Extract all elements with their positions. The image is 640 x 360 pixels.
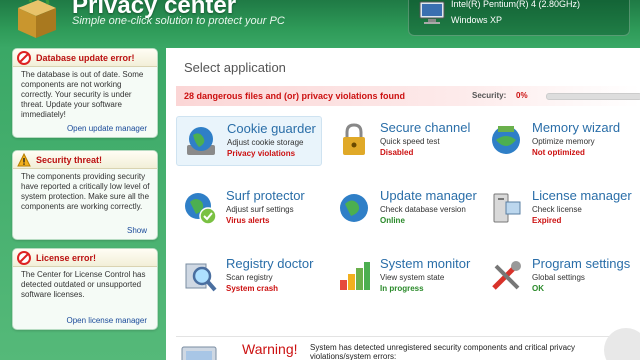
alert-license-error: License error! The Center for License Co… [12, 248, 158, 330]
tool-name: Program settings [532, 256, 631, 271]
alert-body: The database is out of date. Some compon… [21, 70, 144, 119]
security-progress-bar [546, 93, 640, 100]
tool-status: Virus alerts [226, 216, 270, 225]
warning-icon [17, 152, 31, 166]
tool-status: Not optimized [532, 148, 585, 157]
tool-name: Cookie guarder [227, 121, 316, 136]
globe-update-icon [340, 194, 368, 222]
alert-body: The Center for License Control has detec… [21, 270, 146, 299]
threat-message: 28 dangerous files and (or) privacy viol… [184, 91, 406, 101]
tool-surf-protector[interactable]: Surf protector Adjust surf settings Viru… [176, 184, 322, 234]
tool-status: Expired [532, 216, 562, 225]
threat-bar: 28 dangerous files and (or) privacy viol… [176, 86, 640, 106]
tool-description: Global settings [532, 273, 585, 282]
alert-security-threat: Security threat! The components providin… [12, 150, 158, 240]
memory-globe-icon [492, 126, 520, 154]
warning-text: System has detected unregistered securit… [310, 343, 576, 360]
tool-description: Optimize memory [532, 137, 595, 146]
tool-status: System crash [226, 284, 279, 293]
tool-name: Memory wizard [532, 120, 621, 135]
open-update-manager-link[interactable]: Open update manager [67, 124, 147, 133]
tool-name: Secure channel [380, 120, 471, 135]
tool-license-manager[interactable]: License manager Check license Expired [482, 184, 632, 234]
tool-status: Disabled [380, 148, 414, 157]
main-panel: Select application 28 dangerous files an… [166, 48, 640, 360]
app-header: Privacy center Simple one-click solution… [0, 0, 640, 48]
tool-description: Adjust surf settings [226, 205, 294, 214]
alert-body: The components providing security have r… [21, 172, 150, 211]
tool-status: OK [532, 284, 544, 293]
box-logo-icon [12, 0, 62, 40]
warning-box: Warning! System has detected unregistere… [176, 336, 640, 360]
globe-disk-icon [187, 127, 215, 155]
security-value: 0% [516, 91, 528, 100]
no-entry-icon [17, 250, 31, 265]
corner-decoration [604, 328, 640, 360]
tool-description: Scan registry [226, 273, 273, 282]
tool-name: Registry doctor [226, 256, 314, 271]
computer-warning-icon [181, 346, 217, 360]
tool-program-settings[interactable]: Program settings Global settings OK [482, 252, 631, 302]
system-info-panel: Intel(R) Pentium(R) 4 (2.80GHz) Windows … [408, 0, 630, 36]
section-title: Select application [184, 60, 286, 75]
os-info: Windows XP [451, 15, 503, 25]
tool-status: Privacy violations [227, 149, 296, 158]
tool-name: System monitor [380, 256, 471, 271]
alert-title: License error! [36, 252, 97, 263]
bar-chart-icon [340, 262, 370, 290]
tool-description: Check license [532, 205, 582, 214]
tool-description: View system state [380, 273, 445, 282]
tool-update-manager[interactable]: Update manager Check database version On… [330, 184, 477, 234]
tool-status: In progress [380, 284, 424, 293]
tool-secure-channel[interactable]: Secure channel Quick speed test Disabled [330, 116, 476, 166]
tool-status: Online [380, 216, 405, 225]
monitor-icon [419, 1, 445, 30]
tool-memory-wizard[interactable]: Memory wizard Optimize memory Not optimi… [482, 116, 628, 166]
tool-description: Adjust cookie storage [227, 138, 304, 147]
no-entry-icon [17, 50, 31, 65]
app-subtitle: Simple one-click solution to protect you… [72, 15, 285, 27]
tool-description: Quick speed test [380, 137, 440, 146]
security-label: Security: [472, 91, 507, 100]
tool-name: Update manager [380, 188, 477, 203]
tool-name: Surf protector [226, 188, 305, 203]
tool-name: License manager [532, 188, 632, 203]
alert-database-update: Database update error! The database is o… [12, 48, 158, 138]
globe-shield-icon [185, 193, 217, 225]
tool-registry-doctor[interactable]: Registry doctor Scan registry System cra… [176, 252, 322, 302]
magnifier-icon [185, 263, 217, 292]
license-pc-icon [493, 193, 521, 223]
sidebar: Database update error! The database is o… [0, 48, 166, 360]
padlock-icon [343, 123, 365, 155]
cpu-info: Intel(R) Pentium(R) 4 (2.80GHz) [451, 0, 581, 9]
show-link[interactable]: Show [127, 226, 147, 235]
tools-icon [492, 261, 521, 290]
alert-title: Database update error! [36, 52, 135, 63]
alert-title: Security threat! [36, 154, 103, 165]
warning-title: Warning! [242, 341, 298, 357]
tool-system-monitor[interactable]: System monitor View system state In prog… [330, 252, 476, 302]
tool-description: Check database version [380, 205, 466, 214]
tool-cookie-guarder[interactable]: Cookie guarder Adjust cookie storage Pri… [176, 116, 322, 166]
open-license-manager-link[interactable]: Open license manager [67, 316, 148, 325]
